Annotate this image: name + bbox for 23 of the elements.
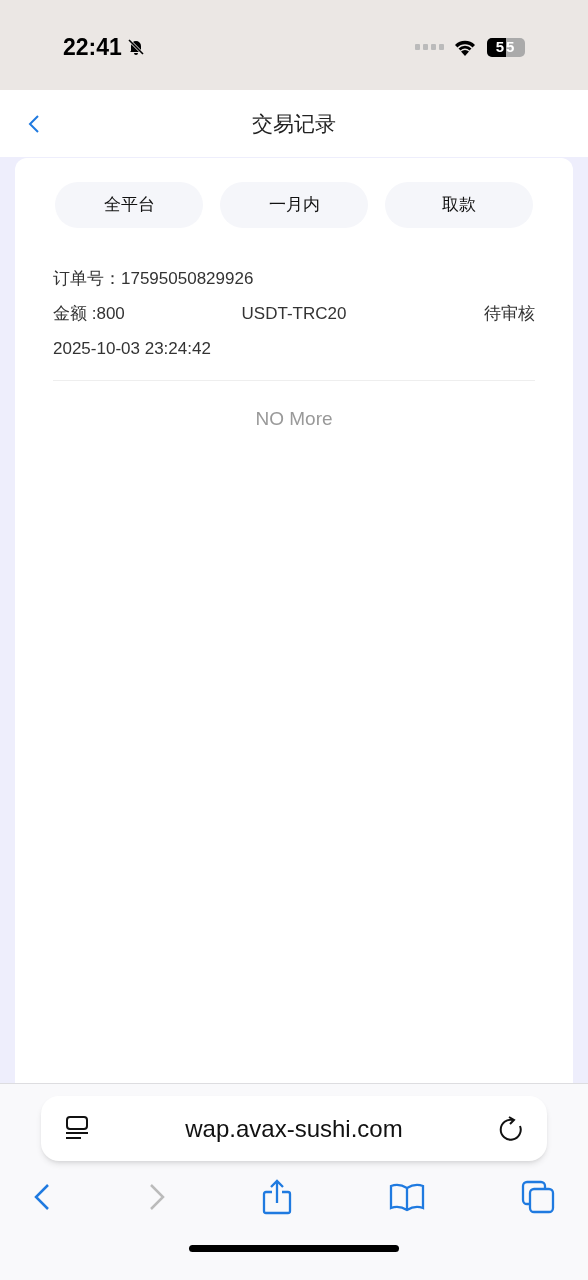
currency-text: USDT-TRC20 <box>241 303 347 326</box>
wifi-icon <box>453 38 477 56</box>
address-bar[interactable]: wap.avax-sushi.com <box>41 1096 547 1161</box>
filter-button[interactable]: 全平台 <box>55 182 203 228</box>
back-icon[interactable] <box>28 113 40 134</box>
back-icon[interactable] <box>33 1183 51 1211</box>
book-icon[interactable] <box>388 1182 425 1212</box>
page-title: 交易记录 <box>252 110 336 137</box>
status-time: 22:41 <box>63 32 122 62</box>
bell-muted-icon <box>125 37 146 57</box>
amount-text: 金额 :800 <box>53 303 126 326</box>
filter-button[interactable]: 一月内 <box>220 182 368 228</box>
signal-icon <box>415 44 445 50</box>
filter-button[interactable]: 取款 <box>385 182 533 228</box>
url-text: wap.avax-sushi.com <box>184 1113 404 1144</box>
order-number: 17595050829926 <box>121 268 254 291</box>
reload-icon[interactable] <box>499 1115 523 1142</box>
status-text: 待审核 <box>484 303 535 326</box>
share-icon[interactable] <box>262 1179 292 1215</box>
end-of-list-text: NO More <box>255 407 333 431</box>
order-label: 订单号： <box>53 268 121 291</box>
record-time: 2025-10-03 23:24:42 <box>53 338 211 361</box>
tabs-icon[interactable] <box>521 1180 555 1214</box>
